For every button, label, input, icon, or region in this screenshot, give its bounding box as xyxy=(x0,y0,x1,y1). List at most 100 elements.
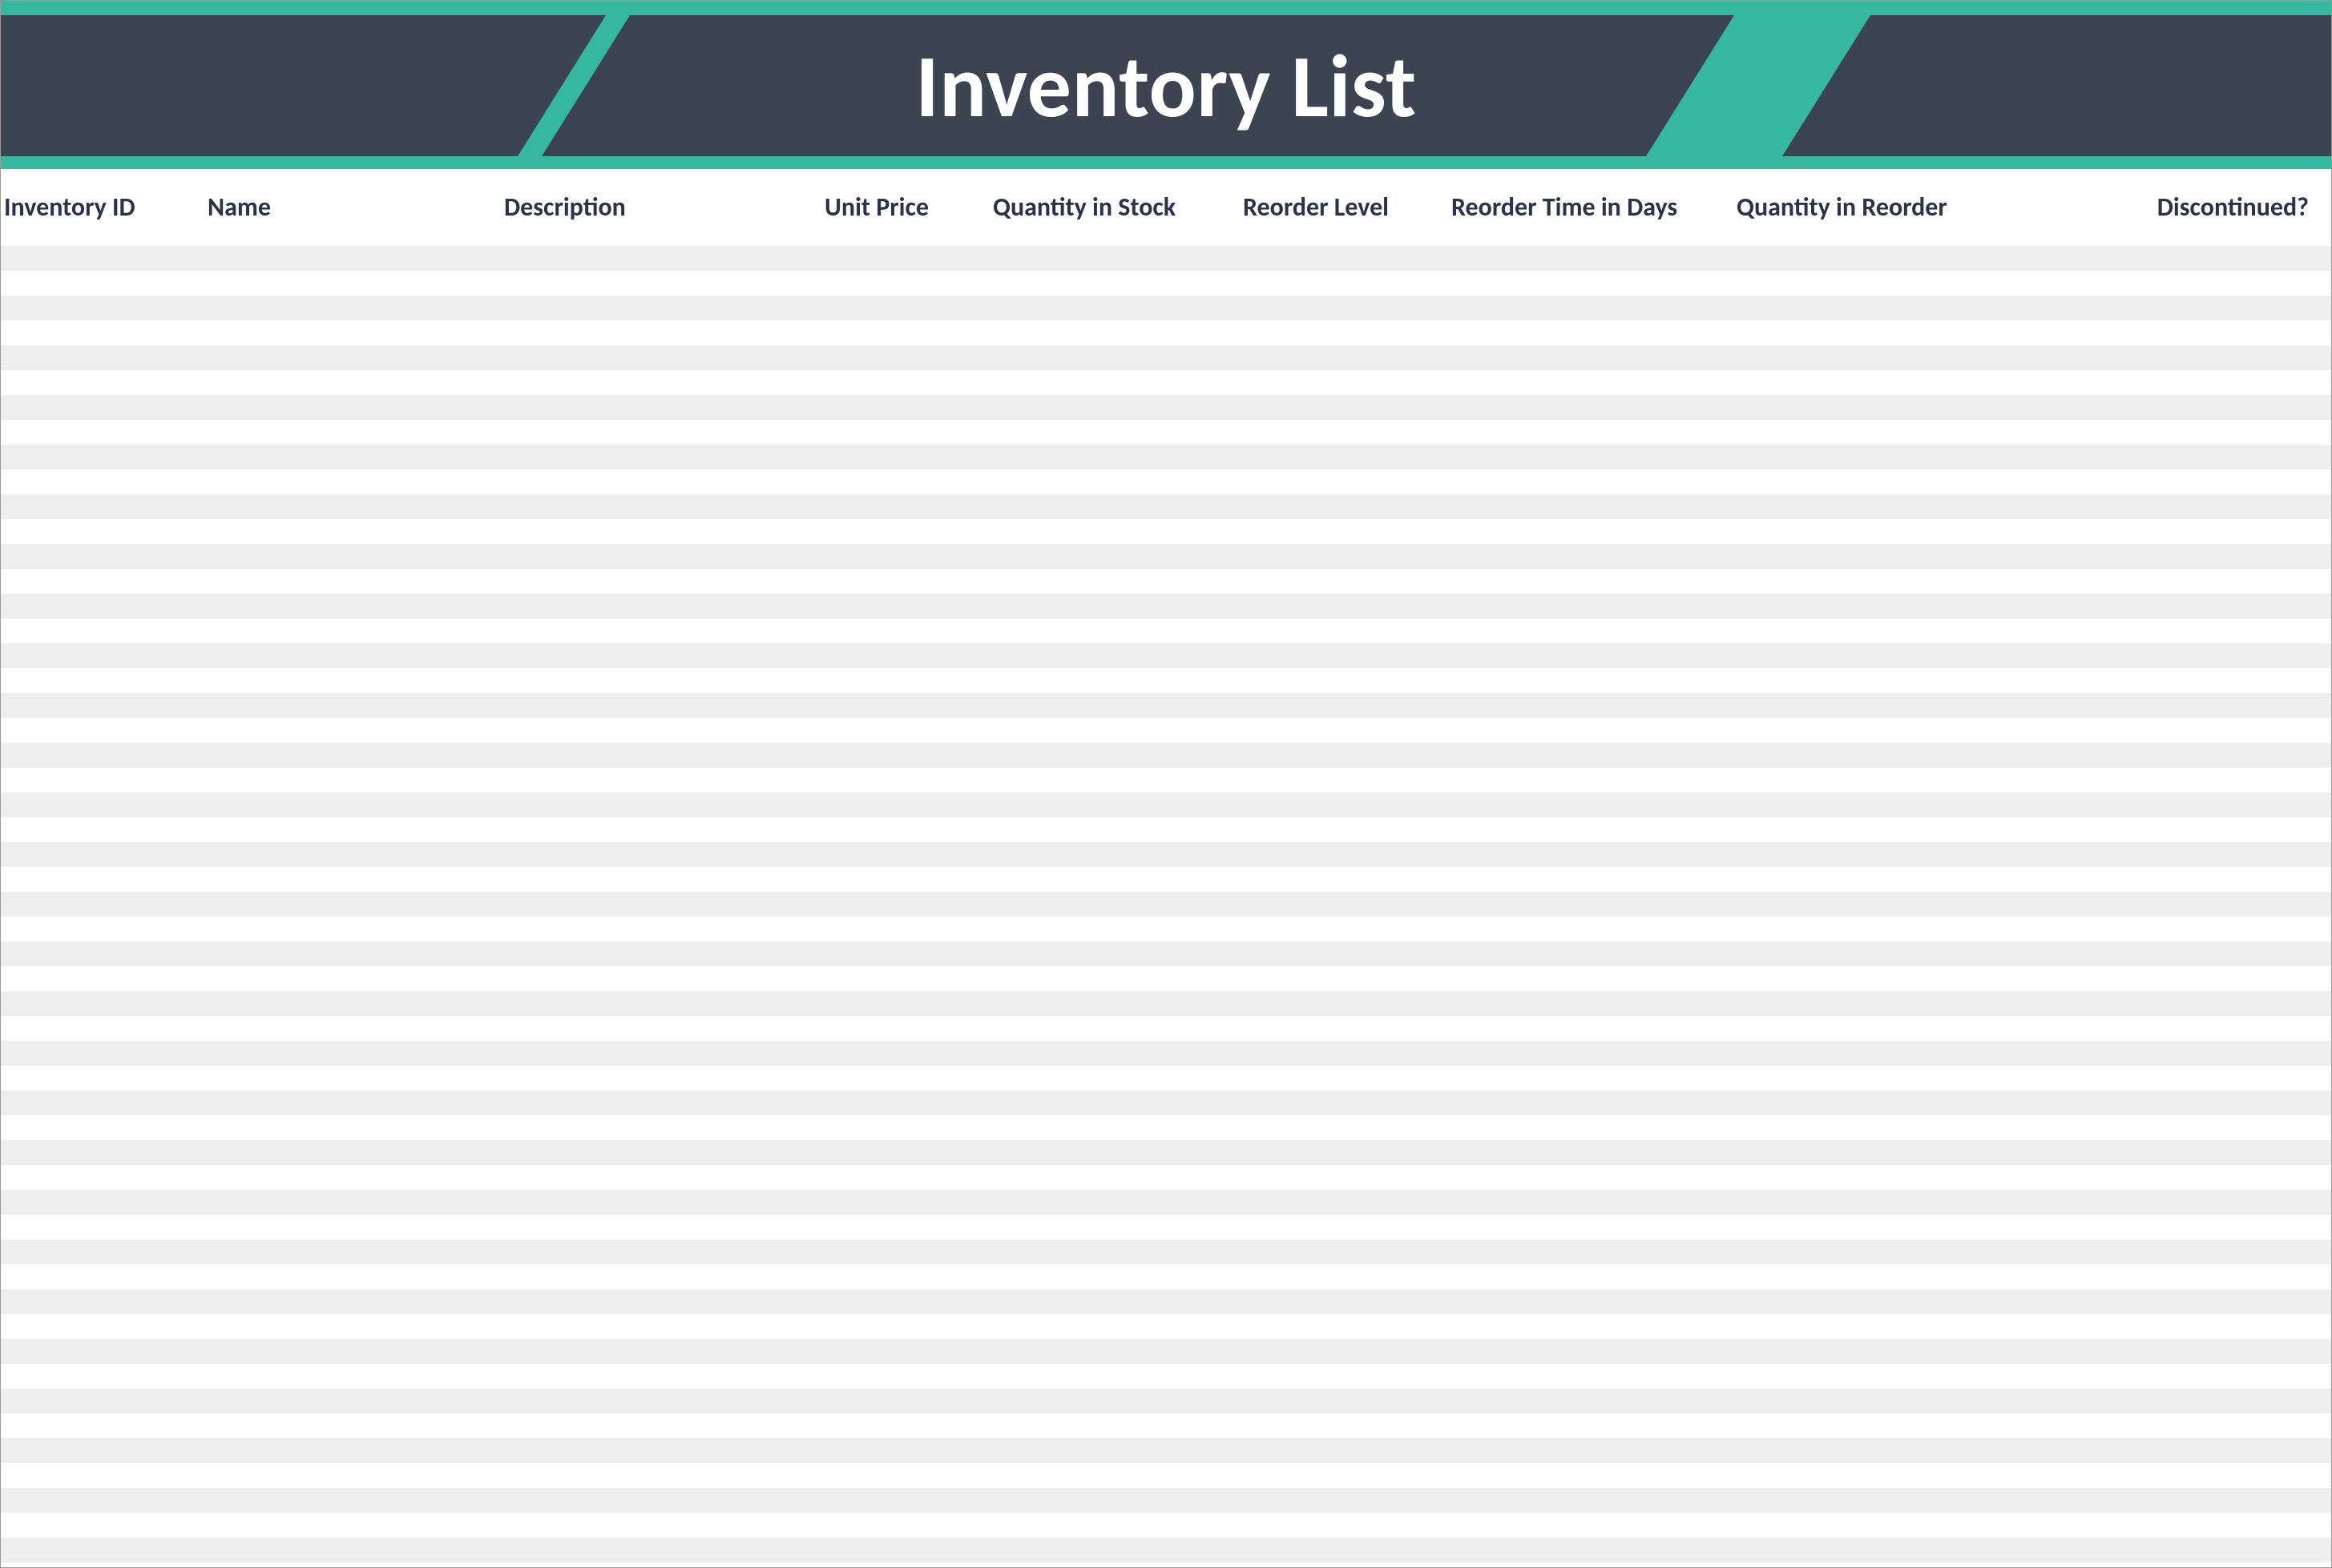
table-cell[interactable] xyxy=(988,1190,1238,1215)
table-cell[interactable] xyxy=(820,1140,988,1165)
table-cell[interactable] xyxy=(203,1190,499,1215)
table-cell[interactable] xyxy=(1732,1314,2012,1339)
table-cell[interactable] xyxy=(1238,643,1446,668)
table-cell[interactable] xyxy=(820,370,988,395)
table-row[interactable] xyxy=(1,941,2331,966)
table-cell[interactable] xyxy=(1732,445,2012,470)
table-cell[interactable] xyxy=(2012,569,2331,594)
table-cell[interactable] xyxy=(1,792,203,817)
table-cell[interactable] xyxy=(1446,494,1732,519)
table-row[interactable] xyxy=(1,718,2331,743)
table-cell[interactable] xyxy=(1,1513,203,1538)
table-cell[interactable] xyxy=(820,1364,988,1389)
table-cell[interactable] xyxy=(499,1016,820,1041)
table-cell[interactable] xyxy=(1238,1289,1446,1314)
table-cell[interactable] xyxy=(203,917,499,941)
table-cell[interactable] xyxy=(2012,693,2331,718)
table-row[interactable] xyxy=(1,643,2331,668)
table-cell[interactable] xyxy=(1,1339,203,1364)
table-cell[interactable] xyxy=(1238,519,1446,544)
table-cell[interactable] xyxy=(2012,842,2331,867)
table-cell[interactable] xyxy=(1732,842,2012,867)
table-row[interactable] xyxy=(1,1165,2331,1190)
table-cell[interactable] xyxy=(1446,1389,1732,1413)
table-cell[interactable] xyxy=(1238,1190,1446,1215)
table-cell[interactable] xyxy=(2012,1215,2331,1239)
table-cell[interactable] xyxy=(203,470,499,494)
table-cell[interactable] xyxy=(499,1488,820,1513)
table-cell[interactable] xyxy=(1,768,203,792)
table-cell[interactable] xyxy=(988,1463,1238,1488)
table-cell[interactable] xyxy=(1238,246,1446,271)
table-cell[interactable] xyxy=(2012,296,2331,320)
table-cell[interactable] xyxy=(820,246,988,271)
table-cell[interactable] xyxy=(1732,619,2012,643)
table-row[interactable] xyxy=(1,1190,2331,1215)
table-cell[interactable] xyxy=(820,917,988,941)
table-cell[interactable] xyxy=(988,643,1238,668)
table-cell[interactable] xyxy=(1238,619,1446,643)
table-cell[interactable] xyxy=(499,1413,820,1438)
table-cell[interactable] xyxy=(499,519,820,544)
table-cell[interactable] xyxy=(2012,1264,2331,1289)
table-cell[interactable] xyxy=(203,1041,499,1066)
table-cell[interactable] xyxy=(499,271,820,296)
table-cell[interactable] xyxy=(988,445,1238,470)
table-cell[interactable] xyxy=(2012,892,2331,917)
table-cell[interactable] xyxy=(988,544,1238,569)
table-cell[interactable] xyxy=(1,420,203,445)
table-cell[interactable] xyxy=(1446,917,1732,941)
table-cell[interactable] xyxy=(1238,1538,1446,1562)
table-cell[interactable] xyxy=(1,1389,203,1413)
table-cell[interactable] xyxy=(988,395,1238,420)
table-cell[interactable] xyxy=(499,1289,820,1314)
table-cell[interactable] xyxy=(1446,1066,1732,1090)
table-cell[interactable] xyxy=(2012,1041,2331,1066)
table-cell[interactable] xyxy=(1,569,203,594)
table-cell[interactable] xyxy=(1,619,203,643)
table-cell[interactable] xyxy=(1732,420,2012,445)
table-cell[interactable] xyxy=(820,271,988,296)
table-cell[interactable] xyxy=(203,1513,499,1538)
table-cell[interactable] xyxy=(1,1115,203,1140)
table-cell[interactable] xyxy=(820,1463,988,1488)
table-cell[interactable] xyxy=(820,892,988,917)
table-cell[interactable] xyxy=(1,1289,203,1314)
table-cell[interactable] xyxy=(988,1140,1238,1165)
table-cell[interactable] xyxy=(820,296,988,320)
table-cell[interactable] xyxy=(1446,792,1732,817)
table-row[interactable] xyxy=(1,445,2331,470)
table-cell[interactable] xyxy=(499,619,820,643)
table-row[interactable] xyxy=(1,1339,2331,1364)
table-cell[interactable] xyxy=(203,445,499,470)
table-cell[interactable] xyxy=(988,494,1238,519)
table-cell[interactable] xyxy=(1238,345,1446,370)
table-cell[interactable] xyxy=(988,1438,1238,1463)
table-cell[interactable] xyxy=(1446,1016,1732,1041)
table-cell[interactable] xyxy=(820,867,988,892)
table-cell[interactable] xyxy=(820,1239,988,1264)
table-cell[interactable] xyxy=(988,1215,1238,1239)
table-cell[interactable] xyxy=(1238,1239,1446,1264)
table-row[interactable] xyxy=(1,1066,2331,1090)
table-cell[interactable] xyxy=(820,519,988,544)
table-cell[interactable] xyxy=(203,1289,499,1314)
table-cell[interactable] xyxy=(1238,1314,1446,1339)
table-cell[interactable] xyxy=(499,1438,820,1463)
table-cell[interactable] xyxy=(988,1066,1238,1090)
table-cell[interactable] xyxy=(988,941,1238,966)
table-cell[interactable] xyxy=(1,1413,203,1438)
table-cell[interactable] xyxy=(1446,1364,1732,1389)
table-cell[interactable] xyxy=(1732,867,2012,892)
table-cell[interactable] xyxy=(820,718,988,743)
table-cell[interactable] xyxy=(988,1165,1238,1190)
table-cell[interactable] xyxy=(2012,643,2331,668)
table-cell[interactable] xyxy=(203,817,499,842)
table-cell[interactable] xyxy=(203,668,499,693)
table-cell[interactable] xyxy=(820,1488,988,1513)
table-cell[interactable] xyxy=(820,1264,988,1289)
table-cell[interactable] xyxy=(1732,271,2012,296)
table-cell[interactable] xyxy=(499,1239,820,1264)
table-cell[interactable] xyxy=(203,1538,499,1562)
table-cell[interactable] xyxy=(499,941,820,966)
